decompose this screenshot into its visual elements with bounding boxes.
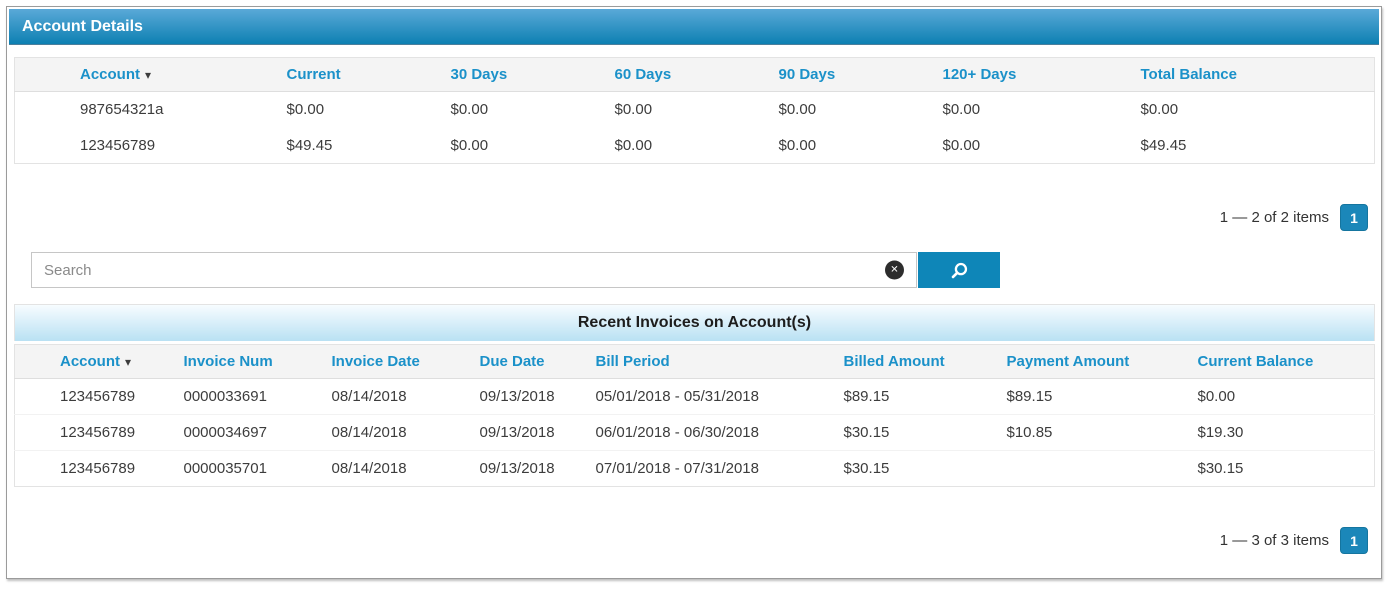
col-header-payment-amount[interactable]: Payment Amount [995,345,1186,379]
cell-current: $49.45 [275,128,439,164]
search-box: ✕ [31,252,917,288]
col-header-account-label: Account [60,353,120,370]
cell-current-balance: $30.15 [1186,451,1375,487]
cell-payment-amount [995,451,1186,487]
col-header-invoice-num[interactable]: Invoice Num [172,345,320,379]
search-button[interactable] [918,252,1000,288]
cell-current-balance: $0.00 [1186,379,1375,415]
cell-90-days: $0.00 [767,92,931,128]
accounts-pager: 1 — 2 of 2 items 1 [7,204,1381,231]
search-icon [950,261,969,280]
pager-summary: 1 — 2 of 2 items [1220,209,1329,226]
invoices-grid: Recent Invoices on Account(s) Account ▾ I… [14,304,1375,487]
table-row: 123456789 0000035701 08/14/2018 09/13/20… [15,451,1375,487]
cell-billed-amount: $30.15 [832,415,995,451]
clear-search-icon[interactable]: ✕ [885,261,904,280]
cell-total-balance: $49.45 [1129,128,1375,164]
cell-account: 123456789 [15,451,172,487]
cell-account: 123456789 [15,128,275,164]
cell-60-days: $0.00 [603,128,767,164]
col-header-billed-amount[interactable]: Billed Amount [832,345,995,379]
col-header-current-balance[interactable]: Current Balance [1186,345,1375,379]
page-1-button[interactable]: 1 [1340,527,1368,554]
col-header-account[interactable]: Account ▾ [15,58,275,92]
col-header-account-label: Account [80,66,140,83]
accounts-header-row: Account ▾ Current 30 Days 60 Days 90 Days… [15,58,1375,92]
cell-bill-period: 05/01/2018 - 05/31/2018 [584,379,832,415]
sort-descending-icon: ▾ [125,355,131,369]
cell-30-days: $0.00 [439,128,603,164]
table-row: 123456789 0000034697 08/14/2018 09/13/20… [15,415,1375,451]
cell-total-balance: $0.00 [1129,92,1375,128]
col-header-invoice-date[interactable]: Invoice Date [320,345,468,379]
cell-account: 123456789 [15,415,172,451]
invoices-section-title: Recent Invoices on Account(s) [14,304,1375,341]
col-header-account[interactable]: Account ▾ [15,345,172,379]
cell-invoice-date: 08/14/2018 [320,451,468,487]
cell-30-days: $0.00 [439,92,603,128]
invoices-title-label: Recent Invoices on Account(s) [578,314,811,332]
cell-current-balance: $19.30 [1186,415,1375,451]
table-row: 123456789 0000033691 08/14/2018 09/13/20… [15,379,1375,415]
col-header-60-days[interactable]: 60 Days [603,58,767,92]
cell-120-days: $0.00 [931,92,1129,128]
table-row: 987654321a $0.00 $0.00 $0.00 $0.00 $0.00… [15,92,1375,128]
cell-bill-period: 06/01/2018 - 06/30/2018 [584,415,832,451]
cell-current: $0.00 [275,92,439,128]
cell-account: 987654321a [15,92,275,128]
cell-billed-amount: $89.15 [832,379,995,415]
col-header-total-balance[interactable]: Total Balance [1129,58,1375,92]
cell-due-date: 09/13/2018 [468,451,584,487]
col-header-90-days[interactable]: 90 Days [767,58,931,92]
sort-descending-icon: ▾ [145,68,151,82]
search-input[interactable] [32,253,916,287]
panel-titlebar: Account Details [9,9,1379,45]
invoices-pager: 1 — 3 of 3 items 1 [7,527,1381,554]
cell-90-days: $0.00 [767,128,931,164]
cell-invoice-num: 0000033691 [172,379,320,415]
accounts-grid: Account ▾ Current 30 Days 60 Days 90 Days… [14,57,1375,164]
panel-title: Account Details [22,18,143,36]
cell-invoice-num: 0000035701 [172,451,320,487]
col-header-current[interactable]: Current [275,58,439,92]
cell-billed-amount: $30.15 [832,451,995,487]
cell-120-days: $0.00 [931,128,1129,164]
invoices-header-row: Account ▾ Invoice Num Invoice Date Due Da… [15,345,1375,379]
cell-bill-period: 07/01/2018 - 07/31/2018 [584,451,832,487]
col-header-due-date[interactable]: Due Date [468,345,584,379]
account-details-panel: Account Details Account ▾ Current 30 Days… [6,6,1382,579]
cell-payment-amount: $89.15 [995,379,1186,415]
col-header-120-days[interactable]: 120+ Days [931,58,1129,92]
cell-account: 123456789 [15,379,172,415]
cell-invoice-date: 08/14/2018 [320,379,468,415]
table-row: 123456789 $49.45 $0.00 $0.00 $0.00 $0.00… [15,128,1375,164]
col-header-30-days[interactable]: 30 Days [439,58,603,92]
page-1-button[interactable]: 1 [1340,204,1368,231]
cell-invoice-date: 08/14/2018 [320,415,468,451]
search-bar: ✕ [31,252,1381,288]
cell-60-days: $0.00 [603,92,767,128]
cell-invoice-num: 0000034697 [172,415,320,451]
pager-summary: 1 — 3 of 3 items [1220,532,1329,549]
cell-due-date: 09/13/2018 [468,379,584,415]
cell-payment-amount: $10.85 [995,415,1186,451]
col-header-bill-period[interactable]: Bill Period [584,345,832,379]
cell-due-date: 09/13/2018 [468,415,584,451]
